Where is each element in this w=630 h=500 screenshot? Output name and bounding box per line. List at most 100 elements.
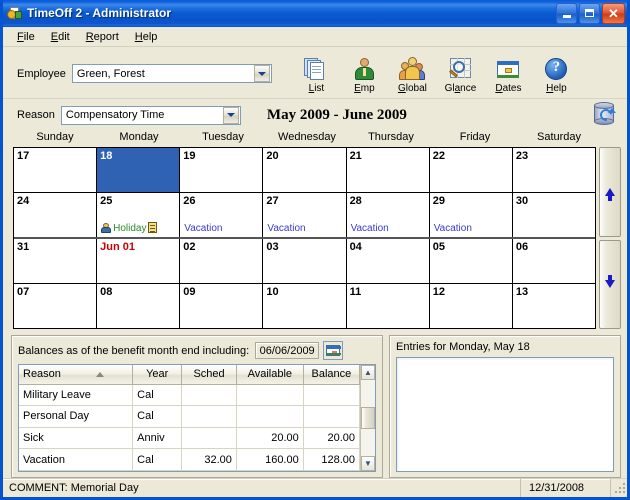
cell-balance — [303, 405, 361, 428]
calendar-day-cell[interactable]: 10 — [263, 284, 347, 328]
cell-year: Cal — [132, 384, 183, 407]
scrollbar-down-button[interactable]: ▼ — [361, 456, 375, 471]
calendar-day-cell[interactable]: 24 — [14, 193, 98, 237]
scrollbar-thumb[interactable] — [361, 407, 375, 430]
calendar-day-cell[interactable]: 19 — [180, 148, 264, 192]
cell-sched: 32.00 — [181, 448, 237, 471]
reason-select[interactable]: Compensatory Time — [60, 105, 241, 125]
calendar-day-cell[interactable]: 27 Vacation — [263, 193, 347, 237]
table-body: Military Leave Cal Personal Day Cal Sick Anni… — [19, 384, 361, 471]
balances-date-field[interactable]: 06/06/2009 — [255, 342, 320, 359]
toolbar-button-emp[interactable]: Emp — [342, 54, 387, 94]
calendar-day-cell[interactable]: 22 — [430, 148, 513, 192]
calendar-day-cell[interactable]: 09 — [180, 284, 264, 328]
menu-edit[interactable]: Edit — [43, 29, 78, 45]
close-button[interactable]: ✕ — [602, 2, 625, 24]
calendar-day-number: 03 — [266, 241, 279, 253]
column-header-balance[interactable]: Balance — [303, 365, 361, 385]
menu-help[interactable]: Help — [127, 29, 166, 45]
calendar-day-cell[interactable]: 17 — [14, 148, 98, 192]
calendar-day-entry[interactable]: Vacation — [184, 223, 222, 234]
calendar-day-cell[interactable]: 25 Holiday — [97, 193, 181, 237]
calendar-day-cell[interactable]: 18 — [97, 148, 181, 192]
database-refresh-icon[interactable] — [589, 100, 619, 130]
toolbar-button-list-label: List — [308, 82, 325, 94]
menu-report[interactable]: Report — [78, 29, 127, 45]
calendar-week-row: 17 18 19 20 21 22 23 — [14, 148, 595, 193]
toolbar-button-dates[interactable]: Dates — [486, 54, 531, 94]
column-header-available[interactable]: Available — [236, 365, 304, 385]
calendar-day-cell[interactable]: 12 — [430, 284, 513, 328]
calendar-day-number: 28 — [349, 195, 362, 207]
comment-note-icon[interactable] — [147, 222, 159, 234]
chevron-down-icon[interactable] — [253, 65, 270, 82]
employee-select[interactable]: Green, Forest — [71, 64, 272, 83]
table-row[interactable]: Sick Anniv 20.00 20.00 — [19, 427, 361, 450]
cell-available — [236, 384, 304, 407]
calendar-day-cell[interactable]: 02 — [180, 239, 264, 283]
resize-grip-icon[interactable] — [611, 479, 627, 497]
table-row[interactable]: Personal Day Cal — [19, 405, 361, 428]
calendar-day-cell[interactable]: 26 Vacation — [180, 193, 264, 237]
calendar-day-number: 30 — [515, 195, 529, 207]
calendar-day-cell[interactable]: Jun 01 — [97, 239, 181, 283]
date-picker-button[interactable] — [323, 341, 344, 360]
column-header-year[interactable]: Year — [132, 365, 183, 385]
column-header-reason[interactable]: Reason — [19, 365, 134, 385]
minimize-button[interactable] — [556, 2, 577, 24]
calendar-day-number: 22 — [432, 150, 445, 162]
scrollbar-up-button[interactable]: ▲ — [361, 365, 375, 380]
magnifier-grid-icon — [447, 56, 473, 82]
table-row[interactable]: Military Leave Cal — [19, 384, 361, 407]
window-title: TimeOff 2 - Administrator — [27, 6, 172, 20]
calendar-day-cell[interactable]: 04 — [347, 239, 430, 283]
calendar-day-cell[interactable]: 31 — [14, 239, 98, 283]
day-header-tuesday: Tuesday — [202, 131, 244, 143]
calendar-day-entry[interactable]: Vacation — [267, 223, 305, 234]
chevron-down-icon[interactable] — [222, 106, 239, 124]
calendar-day-cell[interactable]: 23 — [513, 148, 595, 192]
calendar-day-cell[interactable]: 20 — [263, 148, 347, 192]
calendar-day-cell[interactable]: 21 — [347, 148, 430, 192]
cell-balance: 128.00 — [303, 448, 361, 471]
calendar-day-cell[interactable]: 08 — [97, 284, 181, 328]
table-row[interactable]: Vacation Cal 32.00 160.00 128.00 — [19, 448, 361, 471]
column-header-sched[interactable]: Sched — [181, 365, 237, 385]
calendar-day-cell[interactable]: 05 — [430, 239, 513, 283]
timeoff-app-icon — [7, 5, 23, 21]
toolbar-button-help[interactable]: ? Help — [534, 54, 579, 94]
menu-file[interactable]: File — [9, 29, 43, 45]
calendar-day-entry[interactable]: Vacation — [351, 223, 389, 234]
balances-panel: Balances as of the benefit month end inc… — [11, 335, 383, 478]
calendar-day-number: 29 — [432, 195, 445, 207]
calendar-day-cell[interactable]: 28 Vacation — [347, 193, 430, 237]
calendar-day-cell[interactable]: 03 — [263, 239, 347, 283]
calendar-scroll-up-button[interactable] — [599, 147, 621, 237]
calendar-day-entry[interactable]: Vacation — [434, 223, 472, 234]
calendar-day-cell[interactable]: 13 — [513, 284, 595, 328]
calendar-day-cell[interactable]: 06 — [513, 239, 595, 283]
toolbar-button-list[interactable]: List — [294, 54, 339, 94]
maximize-button[interactable] — [579, 2, 600, 24]
toolbar-button-global-label: Global — [397, 82, 427, 94]
cell-year: Anniv — [132, 427, 183, 450]
calendar-day-number: 06 — [515, 241, 529, 253]
calendar-scroll-down-button[interactable] — [599, 239, 621, 329]
calendar-day-number: 13 — [515, 286, 529, 298]
cell-available: 20.00 — [236, 427, 304, 450]
cell-year: Cal — [132, 448, 183, 471]
toolbar-button-global[interactable]: Global — [390, 54, 435, 94]
calendar-day-cell[interactable]: 30 — [513, 193, 595, 237]
scrollbar-track[interactable] — [361, 380, 375, 456]
balances-scrollbar[interactable]: ▲ ▼ — [360, 365, 375, 471]
calendar-day-cell[interactable]: 07 — [14, 284, 98, 328]
calendar-day-number: 25 — [100, 195, 113, 207]
calendar-day-cell[interactable]: 29 Vacation — [430, 193, 513, 237]
calendar-day-cell[interactable]: 11 — [347, 284, 430, 328]
entries-list[interactable] — [396, 357, 614, 472]
employee-select-value: Green, Forest — [76, 67, 145, 80]
toolbar-button-glance[interactable]: Glance — [438, 54, 483, 94]
status-comment: COMMENT: Memorial Day — [3, 479, 521, 497]
calendar-day-entry[interactable]: Holiday — [101, 222, 159, 234]
scroll-up-arrow-icon — [605, 187, 615, 201]
